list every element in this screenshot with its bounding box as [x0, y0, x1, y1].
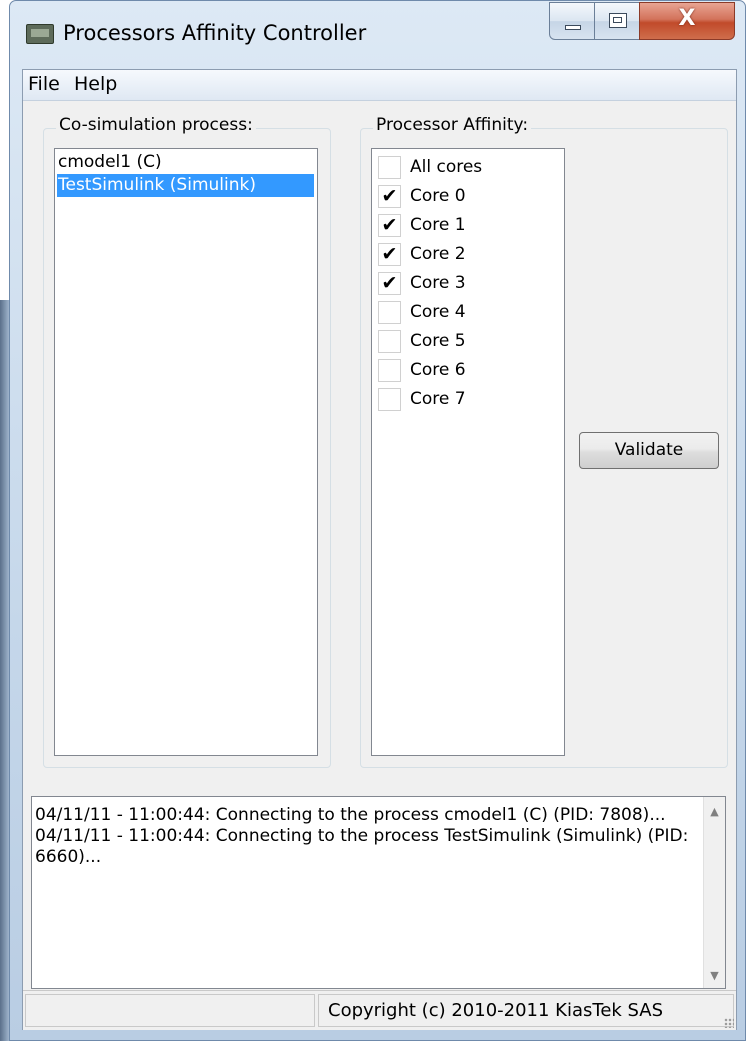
- checkbox-unchecked[interactable]: [378, 330, 401, 353]
- checkbox-checked[interactable]: ✔: [378, 214, 401, 237]
- client-area: File Help Co-simulation process: cmodel1…: [22, 69, 737, 1030]
- core-label: All cores: [410, 157, 483, 177]
- checkbox-checked[interactable]: ✔: [378, 243, 401, 266]
- affinity-group-label: Processor Affinity:: [373, 115, 532, 135]
- checkbox-checked[interactable]: ✔: [378, 185, 401, 208]
- process-list-item[interactable]: TestSimulink (Simulink): [57, 174, 314, 197]
- maximize-icon: [609, 13, 627, 28]
- app-window: Processors Affinity Controller X File He…: [9, 0, 746, 1041]
- core-label: Core 3: [410, 273, 466, 293]
- core-label: Core 0: [410, 186, 466, 206]
- checkbox-unchecked[interactable]: [378, 388, 401, 411]
- core-label: Core 5: [410, 331, 466, 351]
- scroll-up-icon[interactable]: ▲: [704, 805, 725, 818]
- log-scrollbar[interactable]: ▲ ▼: [703, 797, 725, 988]
- checkbox-unchecked[interactable]: [378, 359, 401, 382]
- menu-file[interactable]: File: [28, 73, 60, 95]
- resize-grip-icon[interactable]: [724, 1018, 734, 1028]
- scroll-down-icon[interactable]: ▼: [704, 969, 725, 982]
- log-line: 04/11/11 - 11:00:44: Connecting to the p…: [35, 805, 666, 825]
- window-title: Processors Affinity Controller: [63, 21, 367, 45]
- core-list: All cores ✔ Core 0 ✔ Core 1 ✔ Core 2 ✔ Core 3 Cor…: [371, 148, 565, 756]
- log-text: 04/11/11 - 11:00:44: Connecting to the p…: [35, 805, 700, 868]
- cosim-group-label: Co-simulation process:: [56, 115, 256, 135]
- checkbox-unchecked[interactable]: [378, 301, 401, 324]
- title-bar[interactable]: Processors Affinity Controller X: [10, 1, 745, 69]
- checkbox-unchecked[interactable]: [378, 156, 401, 179]
- process-list[interactable]: cmodel1 (C) TestSimulink (Simulink): [54, 148, 318, 756]
- status-copyright: Copyright (c) 2010-2011 KiasTek SAS: [318, 994, 734, 1027]
- checkbox-checked[interactable]: ✔: [378, 272, 401, 295]
- minimize-button[interactable]: [549, 2, 595, 40]
- core-label: Core 6: [410, 360, 466, 380]
- checkmark-icon: ✔: [381, 214, 398, 236]
- app-icon: [26, 24, 54, 44]
- menu-bar: File Help: [23, 70, 736, 101]
- menu-help[interactable]: Help: [74, 73, 117, 95]
- log-box[interactable]: 04/11/11 - 11:00:44: Connecting to the p…: [31, 796, 726, 989]
- close-icon: X: [678, 6, 696, 31]
- maximize-button[interactable]: [594, 2, 640, 40]
- close-button[interactable]: X: [639, 2, 735, 40]
- validate-button[interactable]: Validate: [579, 432, 719, 469]
- core-label: Core 7: [410, 389, 466, 409]
- log-line: 04/11/11 - 11:00:44: Connecting to the p…: [35, 826, 689, 867]
- status-pane-left: [25, 994, 315, 1027]
- status-bar: Copyright (c) 2010-2011 KiasTek SAS: [23, 990, 736, 1030]
- minimize-icon: [565, 25, 581, 30]
- core-label: Core 2: [410, 244, 466, 264]
- checkmark-icon: ✔: [381, 185, 398, 207]
- checkmark-icon: ✔: [381, 272, 398, 294]
- desktop-edge: [0, 300, 9, 1041]
- core-label: Core 4: [410, 302, 466, 322]
- checkmark-icon: ✔: [381, 243, 398, 265]
- process-list-item[interactable]: cmodel1 (C): [57, 151, 314, 174]
- core-label: Core 1: [410, 215, 466, 235]
